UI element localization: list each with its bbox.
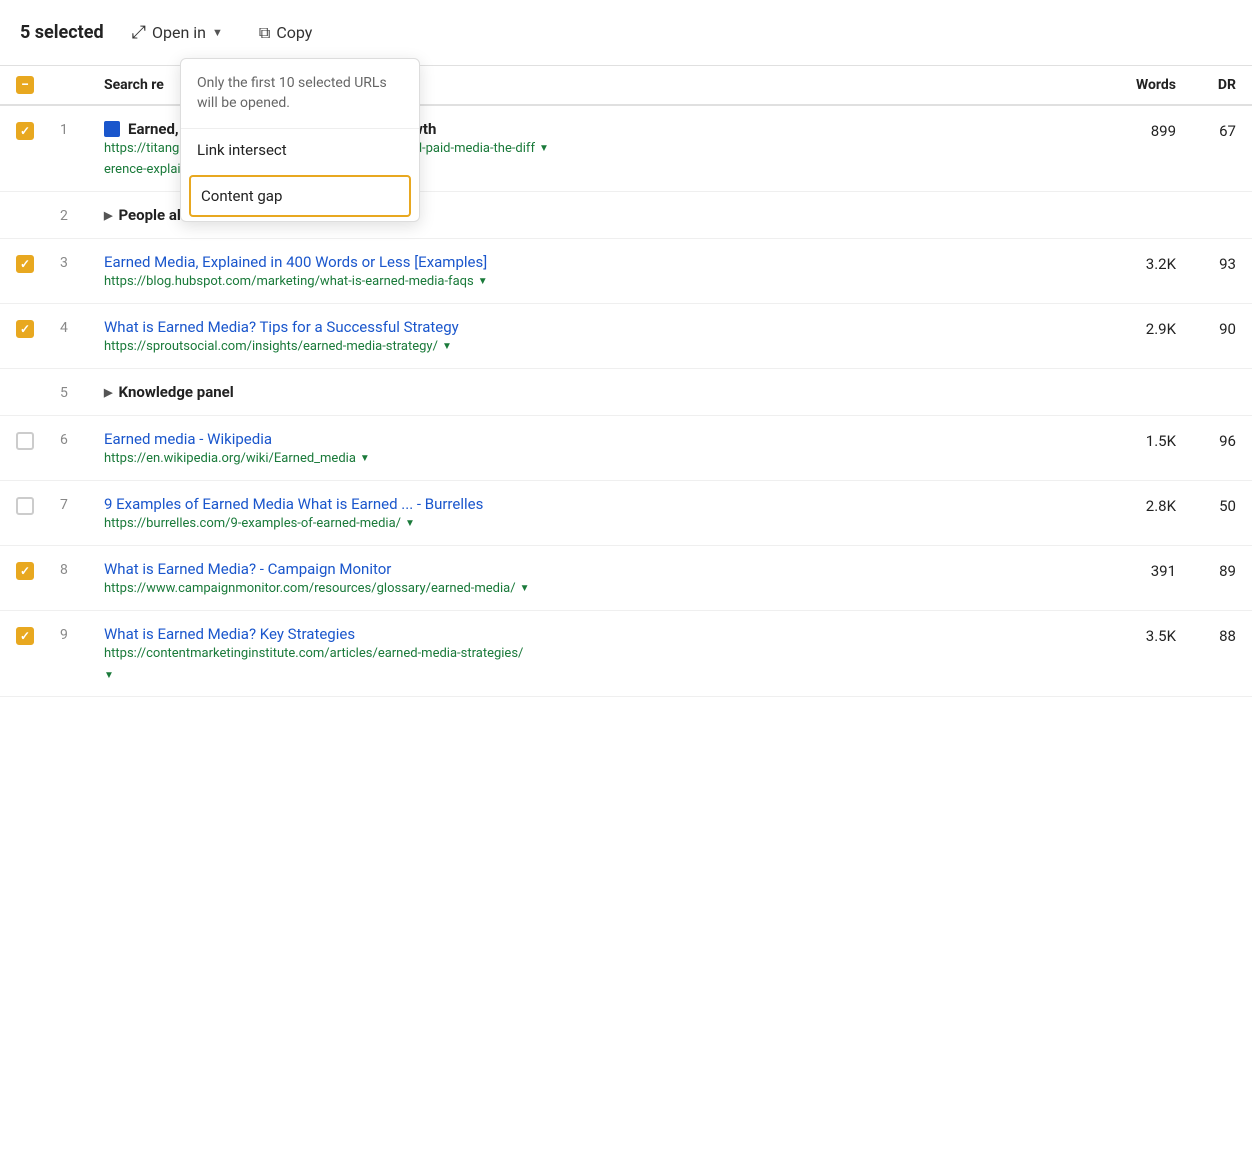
row-3-url: https://blog.hubspot.com/marketing/what-… (104, 274, 474, 289)
link-intersect-item[interactable]: Link intersect (181, 129, 419, 171)
chevron-down-icon: ▼ (212, 26, 223, 39)
group-row-5: 5 ▶ Knowledge panel (0, 369, 1252, 416)
row-8-url: https://www.campaignmonitor.com/resource… (104, 581, 516, 596)
group-num-5: 5 (60, 383, 104, 401)
row-4-dr: 90 (1176, 318, 1236, 338)
domain-icon-1 (104, 121, 120, 137)
row-4-content: What is Earned Media? Tips for a Success… (104, 318, 1096, 354)
row-7-dr: 50 (1176, 495, 1236, 515)
checkbox-cell-4[interactable] (16, 318, 60, 338)
row-3-dr: 93 (1176, 253, 1236, 273)
table-row: 4 What is Earned Media? Tips for a Succe… (0, 304, 1252, 369)
row-1-dr: 67 (1176, 120, 1236, 140)
url-dropdown-icon-9[interactable]: ▼ (104, 670, 114, 681)
row-6-content: Earned media - Wikipedia https://en.wiki… (104, 430, 1096, 466)
row-6-title[interactable]: Earned media - Wikipedia (104, 430, 1096, 448)
toolbar: 5 selected ⤢ Open in ▼ ⧉ Copy Only the f… (0, 0, 1252, 66)
row-6-words: 1.5K (1096, 430, 1176, 450)
row-6-url: https://en.wikipedia.org/wiki/Earned_med… (104, 451, 356, 466)
row-9-url: https://contentmarketinginstitute.com/ar… (104, 646, 523, 661)
dropdown-note: Only the first 10 selected URLs will be … (181, 59, 419, 129)
checkbox-cell-1[interactable] (16, 120, 60, 140)
row-8-words: 391 (1096, 560, 1176, 580)
open-external-icon: ⤢ (132, 22, 146, 43)
copy-button[interactable]: ⧉ Copy (251, 19, 320, 47)
row-9-words: 3.5K (1096, 625, 1176, 645)
row-4-checkbox[interactable] (16, 320, 34, 338)
row-8-dr: 89 (1176, 560, 1236, 580)
table-row: 8 What is Earned Media? - Campaign Monit… (0, 546, 1252, 611)
group-num-2: 2 (60, 206, 104, 224)
expand-icon-2[interactable]: ▶ (104, 209, 112, 222)
row-7-checkbox[interactable] (16, 497, 34, 515)
url-dropdown-icon-1[interactable]: ▼ (539, 143, 549, 154)
open-in-dropdown: Only the first 10 selected URLs will be … (180, 58, 420, 222)
row-8-content: What is Earned Media? - Campaign Monitor… (104, 560, 1096, 596)
row-7-words: 2.8K (1096, 495, 1176, 515)
row-9-content: What is Earned Media? Key Strategies htt… (104, 625, 1096, 682)
row-4-words: 2.9K (1096, 318, 1176, 338)
group-label-5: ▶ Knowledge panel (104, 383, 1096, 401)
url-dropdown-icon-3[interactable]: ▼ (478, 276, 488, 287)
row-4-title[interactable]: What is Earned Media? Tips for a Success… (104, 318, 1096, 336)
row-7-content: 9 Examples of Earned Media What is Earne… (104, 495, 1096, 531)
checkbox-cell-9[interactable] (16, 625, 60, 645)
row-num-6: 6 (60, 430, 104, 448)
row-9-title[interactable]: What is Earned Media? Key Strategies (104, 625, 1096, 643)
row-6-checkbox[interactable] (16, 432, 34, 450)
row-4-url: https://sproutsocial.com/insights/earned… (104, 339, 438, 354)
url-dropdown-icon-7[interactable]: ▼ (405, 518, 415, 529)
row-1-words: 899 (1096, 120, 1176, 140)
select-all-checkbox[interactable] (16, 76, 34, 94)
row-num-7: 7 (60, 495, 104, 513)
row-3-checkbox[interactable] (16, 255, 34, 273)
group-label-text-5: Knowledge panel (118, 383, 233, 401)
row-num-4: 4 (60, 318, 104, 336)
row-3-title[interactable]: Earned Media, Explained in 400 Words or … (104, 253, 1096, 271)
content-gap-item[interactable]: Content gap (189, 175, 411, 217)
checkbox-cell-7[interactable] (16, 495, 60, 515)
row-9-checkbox[interactable] (16, 627, 34, 645)
row-8-title[interactable]: What is Earned Media? - Campaign Monitor (104, 560, 1096, 578)
row-num-9: 9 (60, 625, 104, 643)
url-dropdown-icon-8[interactable]: ▼ (520, 583, 530, 594)
url-dropdown-icon-6[interactable]: ▼ (360, 453, 370, 464)
table-row: 9 What is Earned Media? Key Strategies h… (0, 611, 1252, 697)
copy-icon: ⧉ (259, 23, 270, 43)
row-num-8: 8 (60, 560, 104, 578)
row-8-checkbox[interactable] (16, 562, 34, 580)
expand-icon-5[interactable]: ▶ (104, 386, 112, 399)
row-9-dr: 88 (1176, 625, 1236, 645)
table-row: 3 Earned Media, Explained in 400 Words o… (0, 239, 1252, 304)
checkbox-cell-6[interactable] (16, 430, 60, 450)
row-7-title[interactable]: 9 Examples of Earned Media What is Earne… (104, 495, 1096, 513)
row-7-url: https://burrelles.com/9-examples-of-earn… (104, 516, 401, 531)
table-row: 6 Earned media - Wikipedia https://en.wi… (0, 416, 1252, 481)
open-in-button[interactable]: ⤢ Open in ▼ (124, 18, 231, 47)
selected-count: 5 selected (20, 22, 104, 43)
copy-label: Copy (276, 23, 312, 42)
table-row: 7 9 Examples of Earned Media What is Ear… (0, 481, 1252, 546)
row-num-3: 3 (60, 253, 104, 271)
row-6-dr: 96 (1176, 430, 1236, 450)
row-num-1: 1 (60, 120, 104, 138)
row-3-words: 3.2K (1096, 253, 1176, 273)
row-1-checkbox[interactable] (16, 122, 34, 140)
dr-header: DR (1176, 77, 1236, 93)
url-dropdown-icon-4[interactable]: ▼ (442, 341, 452, 352)
words-header: Words (1096, 77, 1176, 93)
checkbox-cell-8[interactable] (16, 560, 60, 580)
checkbox-cell-3[interactable] (16, 253, 60, 273)
open-in-label: Open in (152, 23, 206, 42)
row-3-content: Earned Media, Explained in 400 Words or … (104, 253, 1096, 289)
